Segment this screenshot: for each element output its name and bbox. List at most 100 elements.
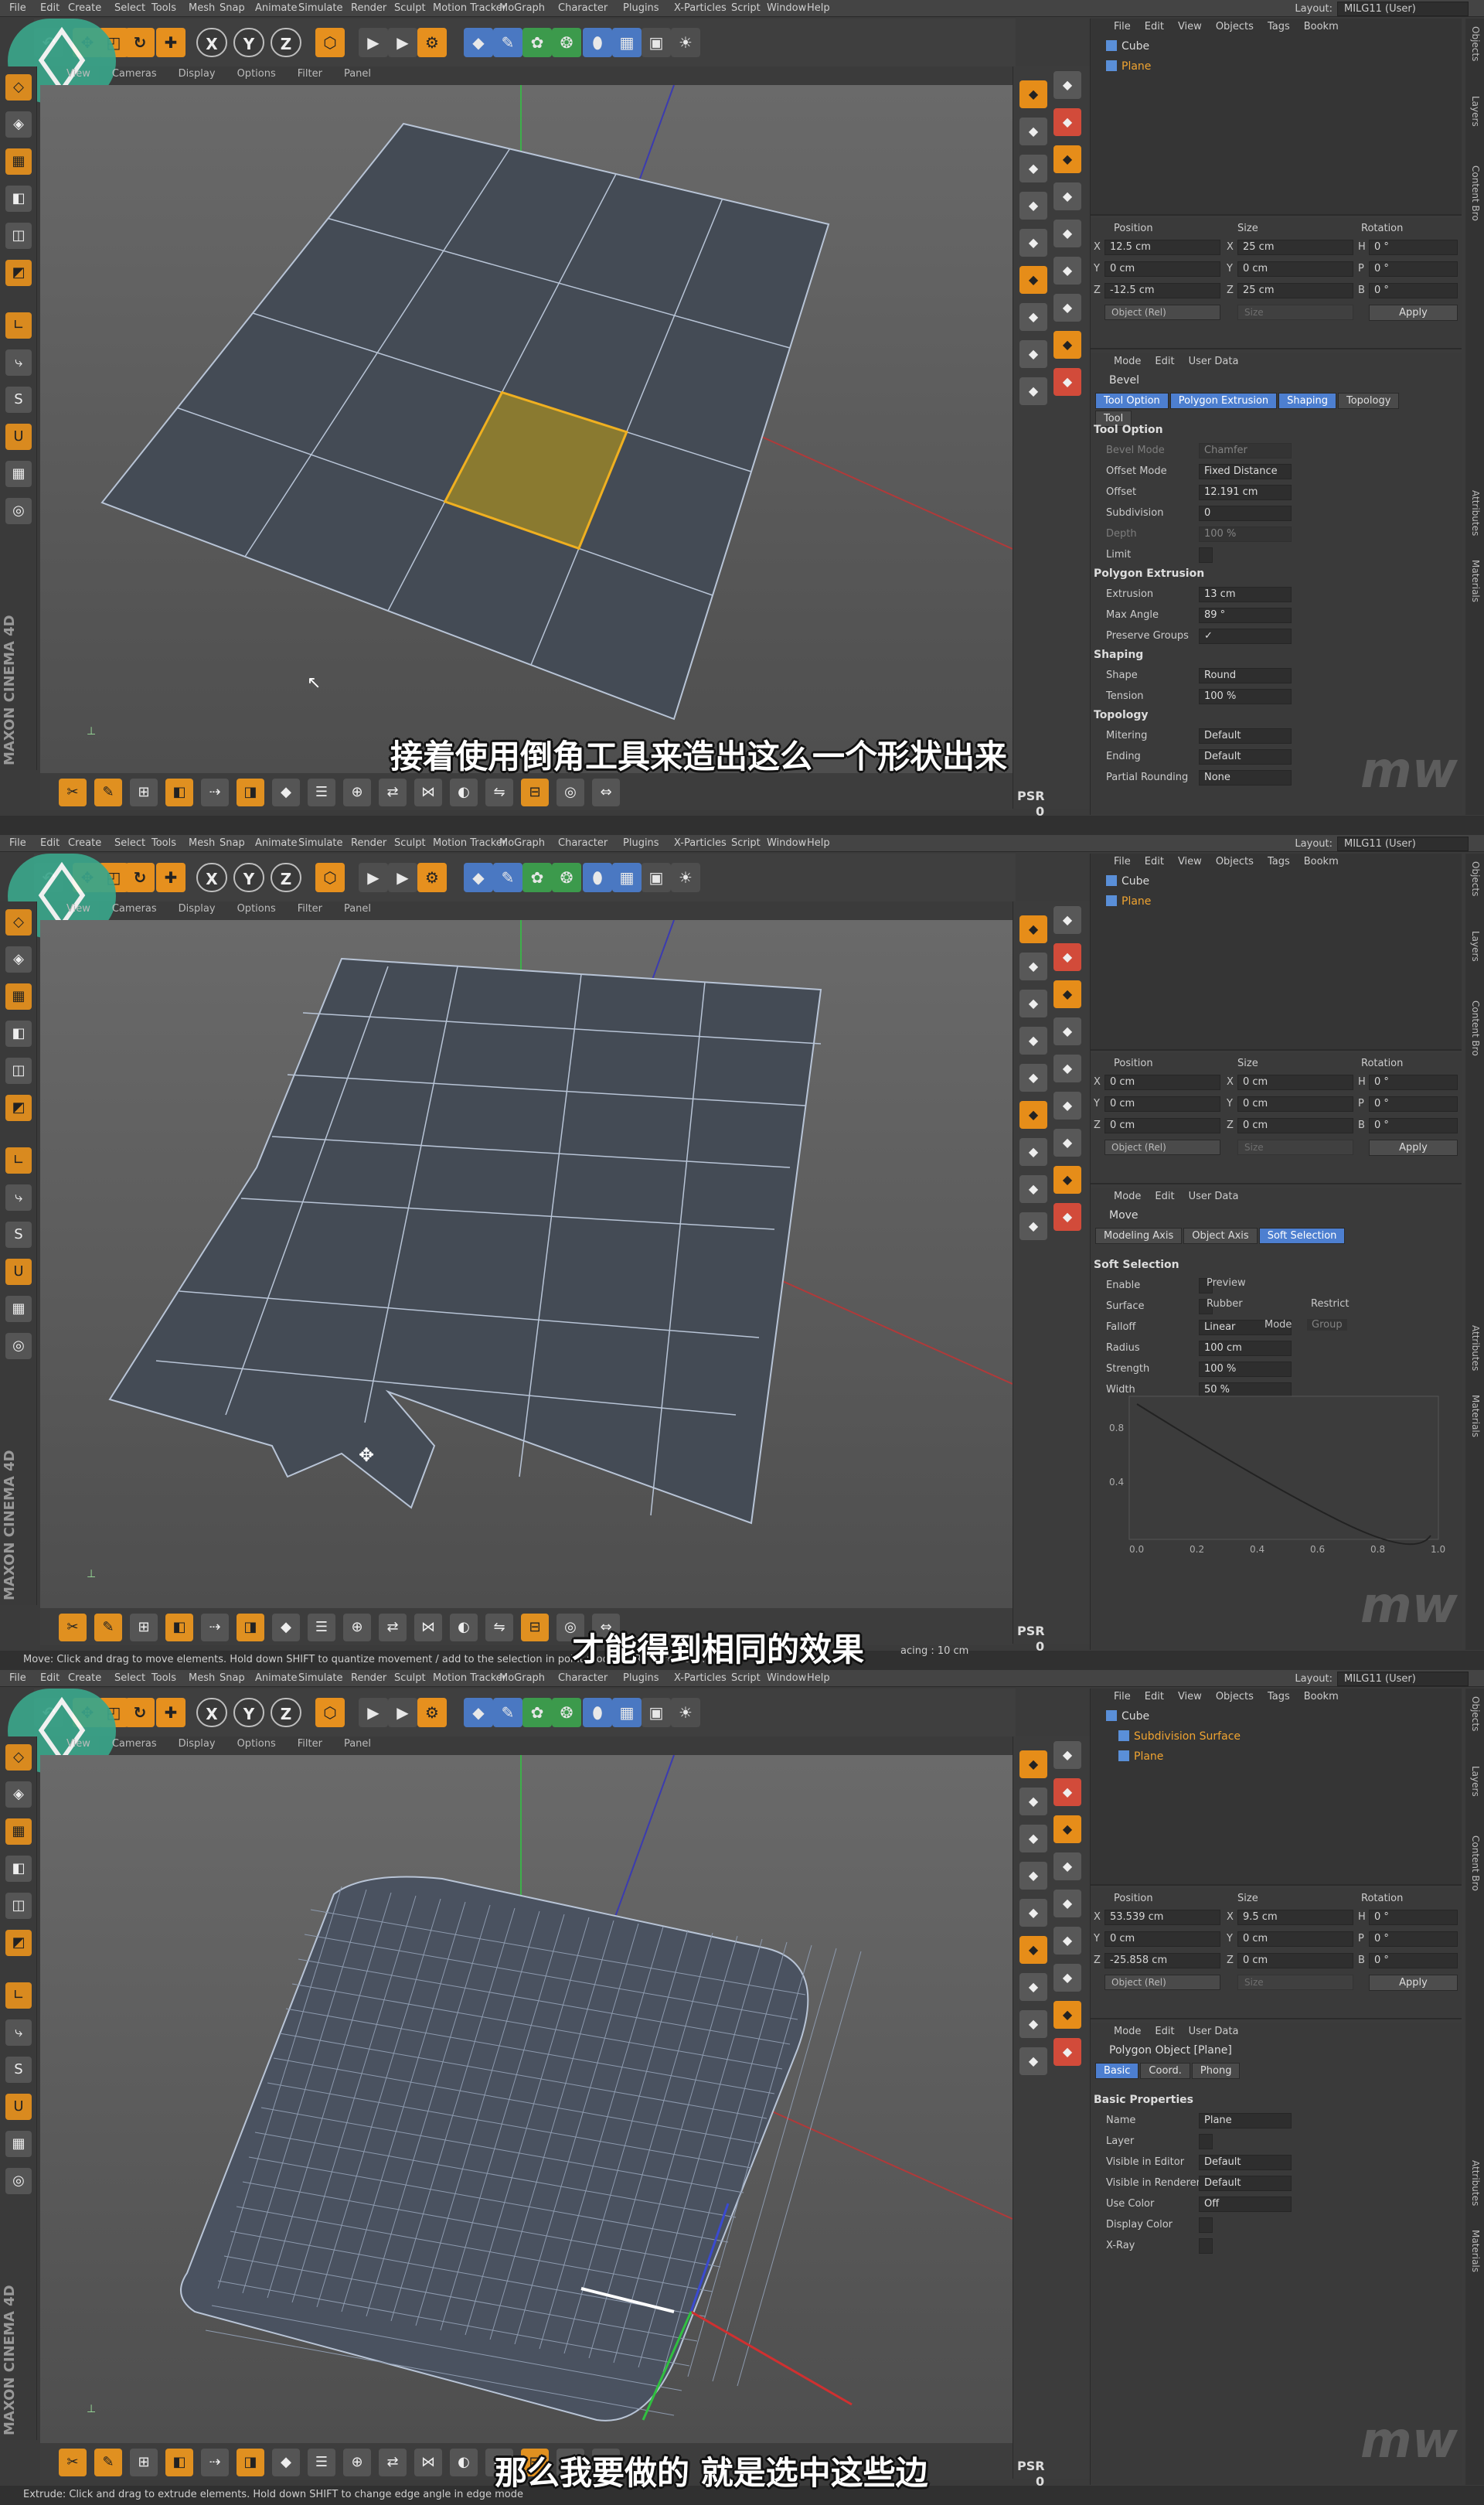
knife-icon[interactable]: ✂ <box>59 1614 87 1641</box>
cube-icon[interactable]: ◆ <box>464 1698 493 1727</box>
apply-button[interactable]: Apply <box>1369 305 1458 321</box>
position-z-field[interactable]: 0 cm <box>1104 1118 1220 1133</box>
model-mode-icon[interactable]: ◧ <box>5 1856 32 1882</box>
melt-icon[interactable]: ◐ <box>450 1614 478 1641</box>
null-icon[interactable]: ◆ <box>1019 303 1047 331</box>
menu-item-tools[interactable]: Tools <box>151 1672 176 1684</box>
property-shape[interactable]: Shape Round <box>1106 667 1446 684</box>
select-icon[interactable]: ✚ <box>156 863 186 892</box>
side-tab-objects[interactable]: Objects <box>1470 861 1481 896</box>
property-value[interactable]: Round <box>1199 668 1292 683</box>
attr-menu-user-data[interactable]: User Data <box>1189 1191 1239 1202</box>
texture-mode-icon[interactable]: ◫ <box>5 1058 32 1084</box>
nurbs-icon[interactable]: ✿ <box>522 28 552 57</box>
menu-item-x-particles[interactable]: X-Particles <box>674 1672 727 1684</box>
menu-item-script[interactable]: Script <box>731 1672 761 1684</box>
connect-icon[interactable]: ◆ <box>1053 294 1081 322</box>
viewport-menu-display[interactable]: Display <box>179 903 216 915</box>
z-axis-icon[interactable]: Z <box>271 28 301 57</box>
size-z-field[interactable]: 0 cm <box>1237 1118 1353 1133</box>
property-value[interactable]: 13 cm <box>1199 587 1292 602</box>
weld-icon[interactable]: ⊕ <box>343 1614 371 1641</box>
viewport-menu-cameras[interactable]: Cameras <box>112 68 157 80</box>
menu-item-snap[interactable]: Snap <box>220 2 245 14</box>
side-tab-materials[interactable]: Materials <box>1470 1395 1481 1437</box>
object-menu-file[interactable]: File <box>1114 1691 1131 1702</box>
mirror-icon[interactable]: ⇋ <box>485 779 513 806</box>
position-y-field[interactable]: 0 cm <box>1104 1931 1220 1947</box>
y-axis-icon[interactable]: Y <box>233 28 264 57</box>
polygons-mode-icon[interactable]: ▦ <box>5 148 32 175</box>
capsule-icon[interactable]: ◆ <box>1053 1815 1081 1843</box>
figure-icon[interactable]: ◆ <box>1053 108 1081 136</box>
viewport-menu-options[interactable]: Options <box>237 68 276 80</box>
sweep-icon[interactable]: ☰ <box>308 1614 335 1641</box>
solo-icon[interactable]: S <box>5 2057 32 2083</box>
grid-icon[interactable]: ▦ <box>5 1296 32 1322</box>
side-tab-layers[interactable]: Layers <box>1470 1766 1481 1797</box>
position-z-field[interactable]: -25.858 cm <box>1104 1953 1220 1968</box>
rotation-h-field[interactable]: 0 ° <box>1369 240 1458 255</box>
menu-item-window[interactable]: Window <box>767 837 806 849</box>
landscape-icon[interactable]: ◆ <box>1053 1852 1081 1880</box>
coord-system-icon[interactable]: ⬡ <box>315 1698 345 1727</box>
render-settings-icon[interactable]: ⚙ <box>417 1698 447 1727</box>
render-view-icon[interactable]: ▶ <box>359 28 388 57</box>
tab-topology[interactable]: Topology <box>1337 393 1400 409</box>
property-value[interactable]: Fixed Distance <box>1199 464 1292 479</box>
sweep-icon[interactable]: ☰ <box>308 779 335 806</box>
split-icon[interactable]: ⊟ <box>521 1614 549 1641</box>
viewport[interactable]: SelectedTotalObjects3Edges157⊥ <box>40 1755 1013 2443</box>
property-strength[interactable]: Strength 100 % <box>1106 1361 1446 1378</box>
property-value[interactable] <box>1199 2238 1213 2254</box>
property-radius[interactable]: Radius 100 cm <box>1106 1340 1446 1357</box>
melt-icon[interactable]: ◐ <box>450 2449 478 2476</box>
viewport[interactable]: SelectedTotalObjects2Polys116↖⊥ <box>40 85 1013 773</box>
solo-icon[interactable]: S <box>5 387 32 413</box>
property-visible-in-renderer[interactable]: Visible in Renderer Default <box>1106 2175 1446 2192</box>
torus-icon[interactable]: ◆ <box>1019 990 1047 1017</box>
menu-item-help[interactable]: Help <box>807 1672 830 1684</box>
property-value[interactable]: 100 % <box>1199 527 1292 542</box>
bevel-icon[interactable]: ◆ <box>272 1614 300 1641</box>
gear-icon[interactable]: ◆ <box>1053 1055 1081 1082</box>
menu-item-create[interactable]: Create <box>68 837 101 849</box>
knife-icon[interactable]: ✂ <box>59 779 87 806</box>
cone-icon[interactable]: ◆ <box>1019 1788 1047 1815</box>
viewport-menu-view[interactable]: View <box>66 68 90 80</box>
edges-mode-icon[interactable]: ◈ <box>5 111 32 138</box>
side-tab-layers[interactable]: Layers <box>1470 96 1481 127</box>
menu-item-select[interactable]: Select <box>114 2 145 14</box>
rotate-icon[interactable]: ↻ <box>125 28 155 57</box>
object-menu-tags[interactable]: Tags <box>1268 1691 1290 1702</box>
viewport-menu-view[interactable]: View <box>66 1738 90 1750</box>
extrude-icon[interactable]: ◧ <box>165 1614 193 1641</box>
cube-icon[interactable]: ◆ <box>464 863 493 892</box>
object-item[interactable]: Cube <box>1106 1710 1149 1723</box>
atom-icon[interactable]: ◆ <box>1053 1203 1081 1231</box>
magnet-icon[interactable]: U <box>5 1259 32 1285</box>
rotate-icon[interactable]: ↻ <box>125 1698 155 1727</box>
bridge-icon[interactable]: ⊞ <box>130 779 158 806</box>
render-pv-icon[interactable]: ▶ <box>388 1698 417 1727</box>
object-menu-view[interactable]: View <box>1178 21 1202 32</box>
property-value[interactable]: ✓ <box>1199 629 1292 644</box>
property-offset[interactable]: Offset 12.191 cm <box>1106 484 1446 501</box>
object-menu-tags[interactable]: Tags <box>1268 21 1290 32</box>
object-menu-edit[interactable]: Edit <box>1145 1691 1164 1702</box>
layout-dropdown[interactable]: MILG11 (User) <box>1337 1672 1469 1686</box>
symmetry-icon[interactable]: ◆ <box>1053 1166 1081 1194</box>
snap-icon[interactable]: ⤷ <box>5 349 32 376</box>
menu-item-render[interactable]: Render <box>351 1672 386 1684</box>
atom-icon[interactable]: ◆ <box>1053 368 1081 396</box>
property-value[interactable]: Plane <box>1199 2113 1292 2128</box>
capsule-icon[interactable]: ◆ <box>1053 980 1081 1008</box>
viewport-menu-filter[interactable]: Filter <box>298 1738 322 1750</box>
stitch-icon[interactable]: ⋈ <box>414 1614 442 1641</box>
position-x-field[interactable]: 12.5 cm <box>1104 240 1220 255</box>
menu-item-sculpt[interactable]: Sculpt <box>394 837 426 849</box>
menu-item-sculpt[interactable]: Sculpt <box>394 2 426 14</box>
coord-mode-dropdown[interactable]: Object (Rel) <box>1104 1975 1220 1990</box>
object-menu-edit[interactable]: Edit <box>1145 21 1164 32</box>
tab-basic[interactable]: Basic <box>1095 2063 1139 2079</box>
